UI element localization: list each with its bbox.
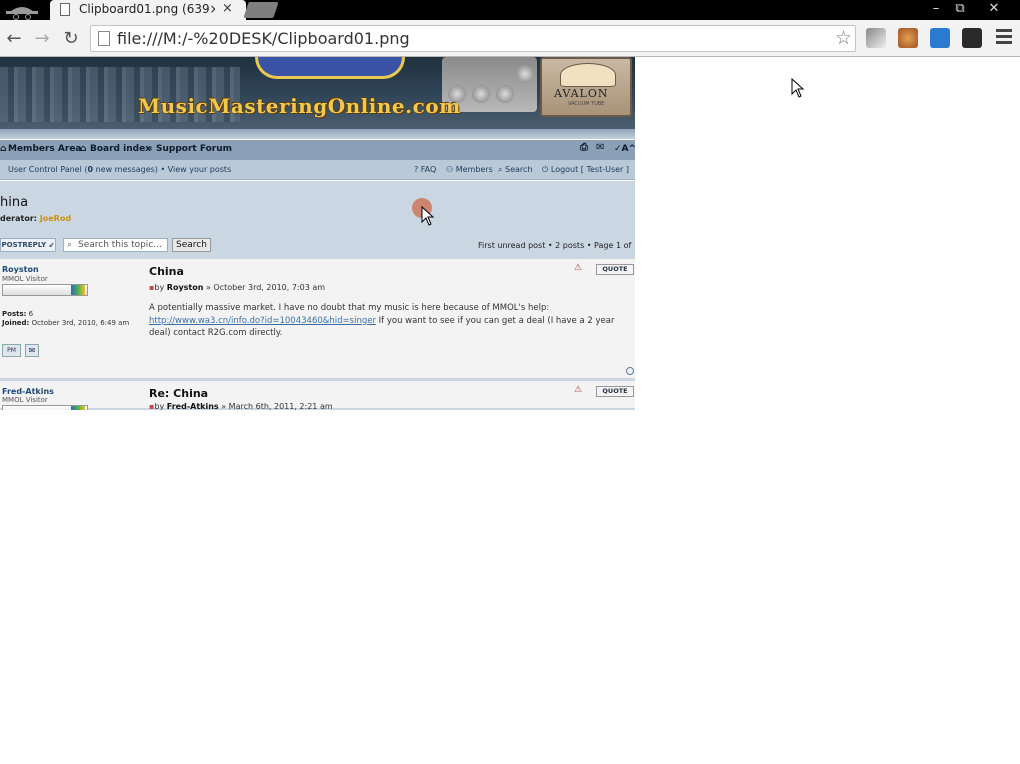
post: Royston MMOL Visitor Posts: 6 Joined: Oc… [0, 259, 635, 381]
reload-button[interactable]: ↻ [60, 28, 82, 50]
breadcrumb-board-index[interactable]: Board index [90, 144, 151, 154]
extension-bracket-icon[interactable] [962, 28, 982, 48]
topic-search-button[interactable]: Search [172, 238, 211, 252]
breadcrumb-separator: ‹ [149, 144, 153, 154]
faq-link[interactable]: ? FAQ [414, 165, 436, 174]
topic-header: hina derator: JoeRod POSTREPLY ⇙ ⌕ Searc… [0, 181, 635, 259]
page-icon [98, 31, 110, 46]
chrome-menu-icon[interactable] [996, 29, 1012, 47]
file-icon [60, 3, 70, 16]
mouse-cursor-icon [421, 206, 435, 226]
close-window-button[interactable]: ✕ [982, 0, 1006, 20]
rank-image [2, 284, 88, 296]
ucp-link[interactable]: User Control Panel (0 new messages) • Vi… [8, 165, 231, 174]
bookmark-star-icon[interactable]: ☆ [835, 27, 852, 49]
forward-button[interactable]: → [31, 28, 53, 50]
browser-toolbar: ← → ↻ file:///M:/-%20DESK/Clipboard01.pn… [0, 20, 1020, 57]
site-title: MusicMasteringOnline.com [138, 94, 461, 118]
home-icon: ⌂ [80, 144, 87, 154]
pagination-info: First unread post • 2 posts • Page 1 of [478, 241, 632, 250]
minimize-button[interactable]: – [924, 0, 948, 20]
banner-logo [255, 57, 405, 79]
email-button[interactable]: ✉ [25, 344, 39, 357]
quote-button[interactable]: QUOTE [596, 264, 634, 275]
post-reply-button[interactable]: POSTREPLY ⇙ [0, 238, 56, 252]
home-icon: ⌂ [0, 144, 7, 154]
browser-tab[interactable]: Clipboard01.png (639×3 × [50, 0, 246, 20]
breadcrumb-support-forum[interactable]: Support Forum [156, 144, 232, 154]
quote-button[interactable]: QUOTE [596, 386, 634, 397]
moderator-line: derator: JoeRod [0, 214, 72, 223]
vu-meter [560, 63, 616, 87]
breadcrumb-members-area[interactable]: Members Area [8, 144, 82, 154]
displayed-image: AVALON VACUUM TUBE MusicMasteringOnline.… [0, 57, 635, 410]
post-author-line: ▪by Royston » October 3rd, 2010, 7:03 am [149, 283, 326, 292]
poster-posts: Posts: 6 [2, 310, 34, 318]
banner-strip [0, 129, 635, 139]
avalon-gear-image: AVALON VACUUM TUBE [540, 57, 632, 117]
forum-banner: AVALON VACUUM TUBE MusicMasteringOnline.… [0, 57, 635, 129]
print-icon[interactable]: ⎙ [580, 142, 588, 153]
tab-close-button[interactable]: × [222, 1, 233, 16]
topic-title: hina [0, 195, 29, 210]
post-body: A potentially massive market. I have no … [149, 303, 615, 338]
address-bar[interactable]: file:///M:/-%20DESK/Clipboard01.png ☆ [90, 25, 856, 52]
back-to-top-icon[interactable] [626, 367, 634, 375]
rank-image [2, 405, 88, 410]
post: Fred-Atkins MMOL Visitor Re: China ▪by F… [0, 381, 635, 410]
moderator-name[interactable]: JoeRod [40, 214, 71, 223]
post-link[interactable]: http://www.wa3.cn/info.do?id=10043460&hi… [149, 316, 376, 326]
poster-name[interactable]: Royston [2, 265, 39, 274]
tab-bar: Clipboard01.png (639×3 × – ⧉ ✕ [0, 0, 1020, 20]
poster-name[interactable]: Fred-Atkins [2, 387, 54, 396]
poster-rank: MMOL Visitor [2, 396, 48, 404]
extension-umbrella-icon[interactable] [866, 28, 886, 48]
extension-avatar-icon[interactable] [898, 28, 918, 48]
post-title[interactable]: Re: China [149, 387, 208, 400]
search-link[interactable]: ⌕ Search [498, 165, 533, 175]
url-text[interactable]: file:///M:/-%20DESK/Clipboard01.png [117, 29, 410, 48]
new-tab-button[interactable] [243, 2, 279, 18]
tab-title: Clipboard01.png (639×3 [79, 2, 215, 16]
avalon-sublabel: VACUUM TUBE [568, 101, 605, 107]
extension-s-icon[interactable] [930, 28, 950, 48]
report-icon[interactable]: ⚠ [574, 385, 582, 395]
topic-search-input[interactable]: ⌕ Search this topic... [63, 238, 168, 252]
back-button[interactable]: ← [3, 28, 25, 50]
poster-rank: MMOL Visitor [2, 275, 48, 283]
avalon-label: AVALON [554, 87, 609, 100]
font-size-icon[interactable]: ✓A^ [614, 144, 635, 154]
logout-link[interactable]: ⏻ Logout [ Test-User ] [542, 165, 629, 175]
mouse-cursor-icon [791, 78, 805, 98]
breadcrumb-bar: ⌂ Members Area ⌂ Board index ‹ Support F… [0, 140, 635, 160]
poster-joined: Joined: October 3rd, 2010, 6:49 am [2, 319, 130, 327]
incognito-icon [6, 7, 38, 20]
pm-button[interactable]: PM [2, 344, 21, 357]
members-link[interactable]: ⚇ Members [446, 165, 493, 174]
report-icon[interactable]: ⚠ [574, 263, 582, 273]
user-bar: User Control Panel (0 new messages) • Vi… [0, 160, 635, 180]
email-icon[interactable]: ✉ [596, 142, 604, 153]
post-title[interactable]: China [149, 265, 184, 278]
restore-button[interactable]: ⧉ [948, 0, 972, 20]
search-icon: ⌕ [67, 240, 73, 250]
post-author-line: ▪by Fred-Atkins » March 6th, 2011, 2:21 … [149, 402, 333, 410]
